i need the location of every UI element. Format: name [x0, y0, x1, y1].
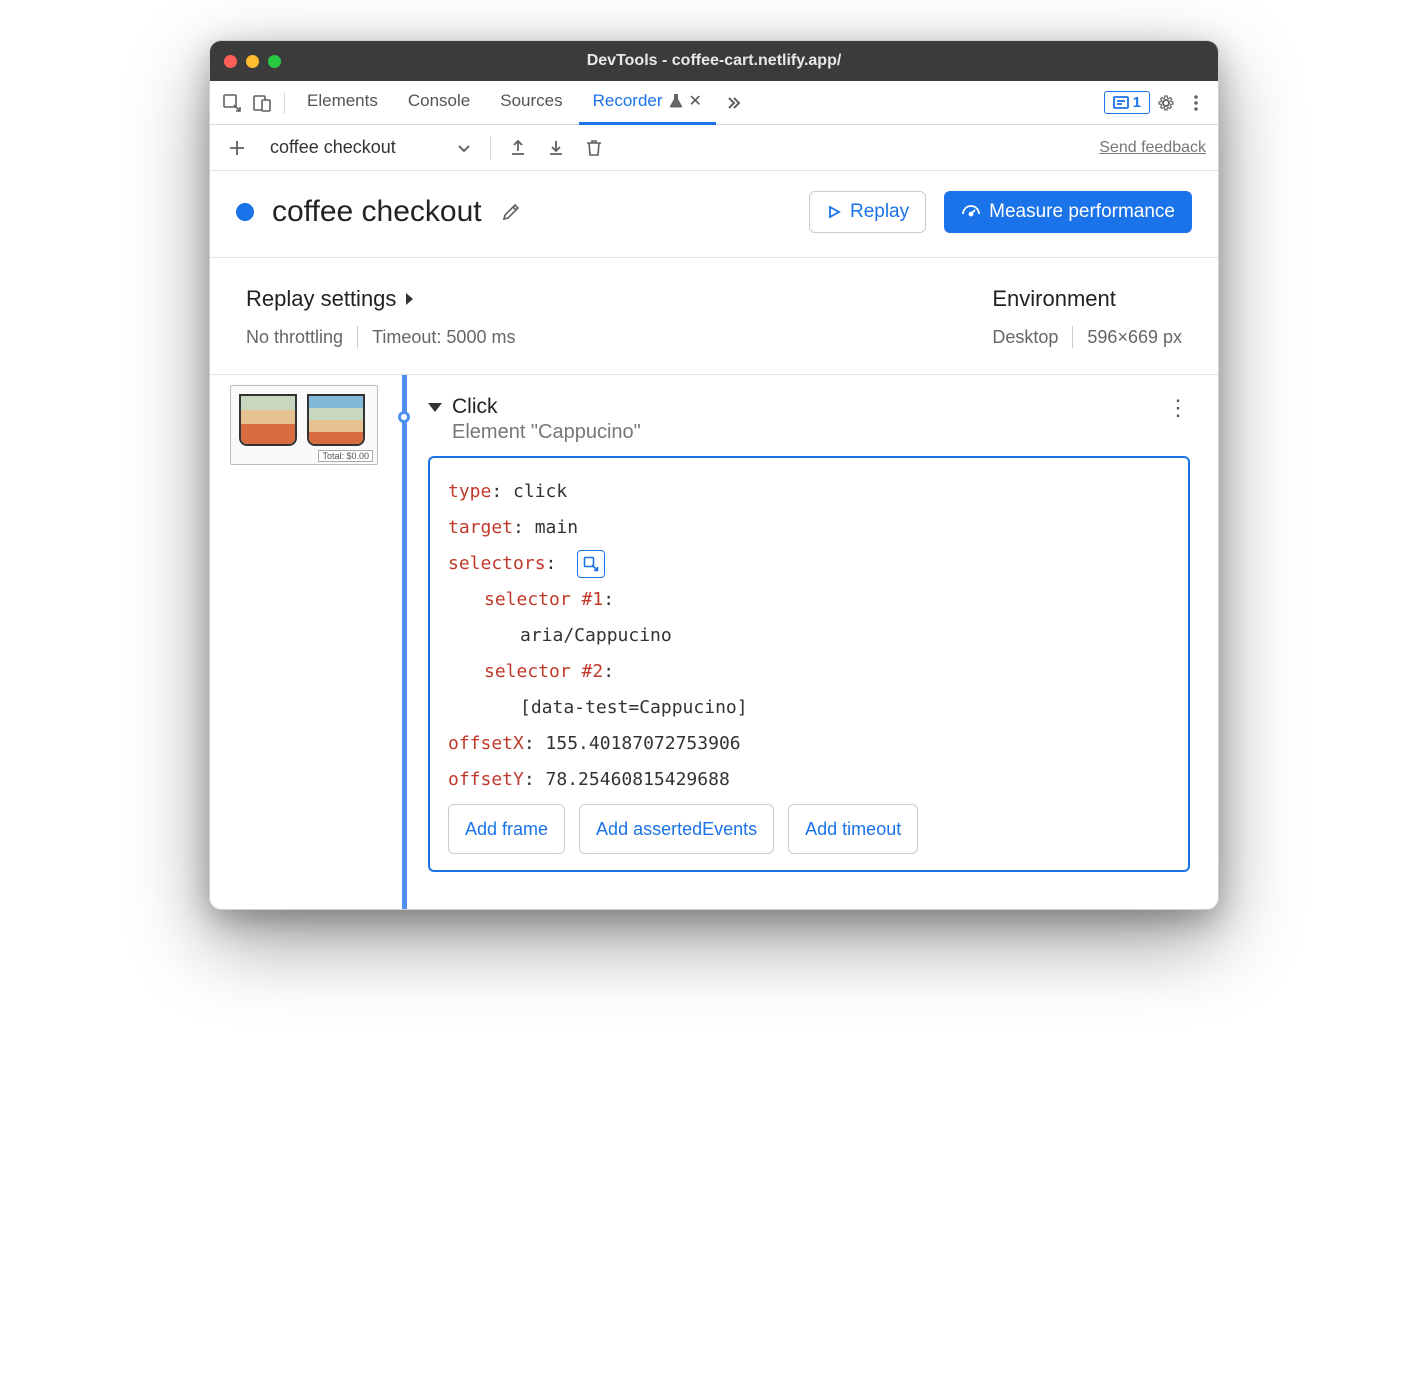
timeout-value: Timeout: 5000 ms — [372, 327, 515, 348]
value-type[interactable]: click — [513, 481, 567, 502]
close-window-button[interactable] — [224, 55, 237, 68]
recorder-toolbar: coffee checkout Send feedback — [210, 125, 1218, 171]
issues-badge[interactable]: 1 — [1104, 91, 1150, 114]
section-title: Environment — [992, 286, 1116, 312]
timeline-step-dot[interactable] — [398, 411, 410, 423]
divider — [357, 326, 358, 348]
minimize-window-button[interactable] — [246, 55, 259, 68]
delete-icon[interactable] — [579, 133, 609, 163]
new-recording-icon[interactable] — [222, 133, 252, 163]
viewport-value: 596×669 px — [1087, 327, 1182, 348]
tab-elements[interactable]: Elements — [293, 81, 392, 125]
tab-sources[interactable]: Sources — [486, 81, 576, 125]
devtools-tabstrip: Elements Console Sources Recorder ✕ 1 — [210, 81, 1218, 125]
replay-settings-toggle[interactable]: Replay settings — [246, 286, 515, 312]
button-label: Measure performance — [989, 201, 1175, 223]
key-target: target — [448, 517, 513, 538]
page-title: coffee checkout — [272, 195, 482, 229]
thumbnail-price: Total: $0.00 — [318, 450, 373, 462]
tab-recorder[interactable]: Recorder ✕ — [579, 81, 716, 125]
recording-name: coffee checkout — [270, 137, 396, 158]
key-selector-1: selector #1 — [484, 589, 603, 610]
issues-count: 1 — [1133, 94, 1141, 111]
thumbnail-column: Total: $0.00 — [210, 375, 390, 909]
add-timeout-button[interactable]: Add timeout — [788, 804, 918, 854]
replay-button[interactable]: Replay — [809, 191, 926, 233]
button-label: Replay — [850, 201, 909, 223]
timeline-line — [402, 375, 407, 909]
send-feedback-link[interactable]: Send feedback — [1099, 139, 1206, 157]
measure-performance-button[interactable]: Measure performance — [944, 191, 1192, 233]
import-icon[interactable] — [541, 133, 571, 163]
step-json-editor[interactable]: type: click target: main selectors: sele… — [428, 456, 1190, 872]
timeline — [390, 375, 418, 909]
value-offsetx[interactable]: 155.40187072753906 — [546, 733, 741, 754]
tab-label: Recorder — [593, 91, 663, 111]
more-tabs-icon[interactable] — [718, 89, 746, 117]
collapse-step-icon[interactable] — [428, 403, 442, 412]
status-dot — [236, 203, 254, 221]
divider — [490, 136, 491, 160]
gear-icon[interactable] — [1152, 89, 1180, 117]
traffic-lights — [224, 55, 281, 68]
step-title: Click — [452, 395, 1157, 419]
throttling-value: No throttling — [246, 327, 343, 348]
value-target[interactable]: main — [535, 517, 578, 538]
chevron-down-icon — [456, 140, 472, 156]
recording-selector[interactable]: coffee checkout — [260, 137, 478, 158]
environment-values: Desktop 596×669 px — [992, 326, 1182, 348]
settings-row: Replay settings No throttling Timeout: 5… — [210, 258, 1218, 375]
step-thumbnail[interactable]: Total: $0.00 — [230, 385, 378, 465]
add-frame-button[interactable]: Add frame — [448, 804, 565, 854]
mug-icon — [239, 394, 297, 446]
step-detail: Click Element "Cappucino" ⋮ type: click … — [418, 375, 1218, 909]
replay-settings-values: No throttling Timeout: 5000 ms — [246, 326, 515, 348]
export-icon[interactable] — [503, 133, 533, 163]
recording-header: coffee checkout Replay Measure performan… — [210, 171, 1218, 258]
step-subtitle: Element "Cappucino" — [452, 421, 1157, 444]
flask-icon — [669, 93, 683, 109]
window-title: DevTools - coffee-cart.netlify.app/ — [210, 52, 1218, 70]
key-selectors: selectors — [448, 553, 546, 574]
value-selector-2[interactable]: [data-test=Cappucino] — [520, 697, 748, 718]
key-offsetx: offsetX — [448, 733, 524, 754]
edit-title-icon[interactable] — [500, 201, 522, 223]
device-toggle-icon[interactable] — [248, 89, 276, 117]
step-header: Click Element "Cappucino" ⋮ — [428, 395, 1190, 444]
key-type: type — [448, 481, 491, 502]
pick-selector-icon[interactable] — [577, 550, 605, 578]
key-selector-2: selector #2 — [484, 661, 603, 682]
environment-settings: Environment Desktop 596×669 px — [992, 286, 1182, 348]
key-offsety: offsetY — [448, 769, 524, 790]
tab-label: Sources — [500, 91, 562, 111]
replay-settings: Replay settings No throttling Timeout: 5… — [246, 286, 515, 348]
inspect-icon[interactable] — [218, 89, 246, 117]
tab-label: Console — [408, 91, 470, 111]
divider — [1072, 326, 1073, 348]
tab-console[interactable]: Console — [394, 81, 484, 125]
tab-label: Elements — [307, 91, 378, 111]
step-menu-icon[interactable]: ⋮ — [1167, 395, 1190, 421]
titlebar: DevTools - coffee-cart.netlify.app/ — [210, 41, 1218, 81]
value-selector-1[interactable]: aria/Cappucino — [520, 625, 672, 646]
kebab-menu-icon[interactable] — [1182, 89, 1210, 117]
divider — [284, 92, 285, 114]
close-tab-icon[interactable]: ✕ — [689, 91, 702, 111]
mug-icon — [307, 394, 365, 446]
step-area: Total: $0.00 Click Element "Cappucino" ⋮… — [210, 375, 1218, 909]
devtools-window: DevTools - coffee-cart.netlify.app/ Elem… — [209, 40, 1219, 910]
device-value: Desktop — [992, 327, 1058, 348]
add-asserted-events-button[interactable]: Add assertedEvents — [579, 804, 774, 854]
value-offsety[interactable]: 78.25460815429688 — [546, 769, 730, 790]
section-title: Replay settings — [246, 286, 396, 312]
maximize-window-button[interactable] — [268, 55, 281, 68]
